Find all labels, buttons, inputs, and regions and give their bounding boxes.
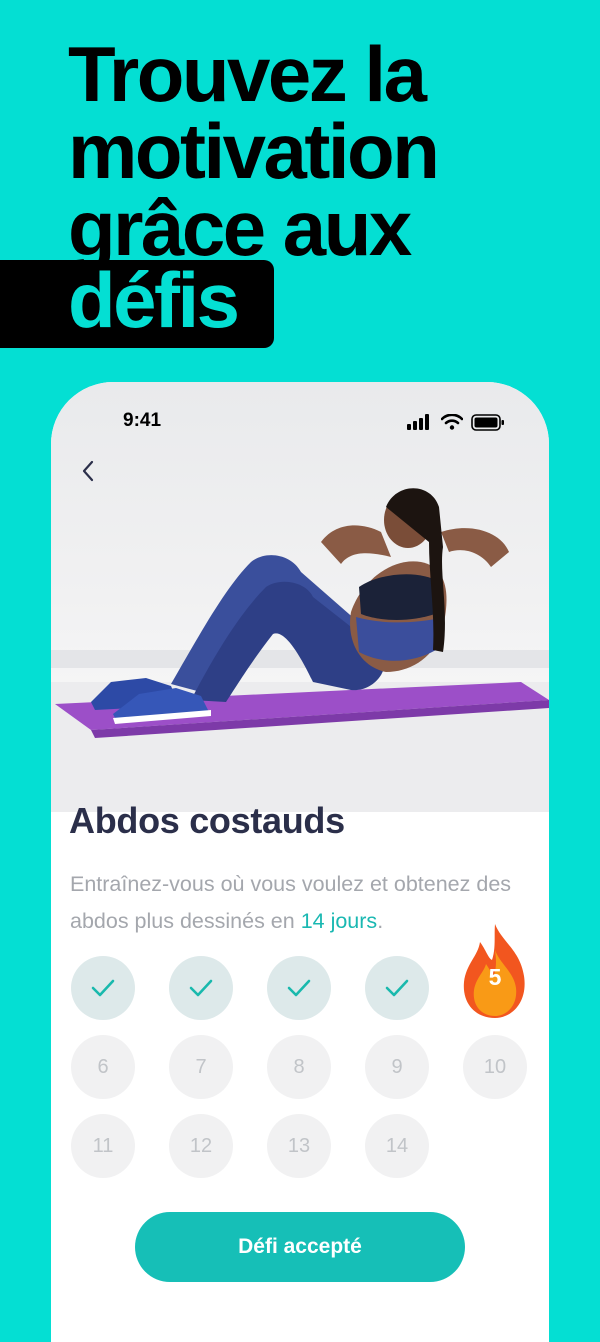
- day-number: 6: [97, 1055, 109, 1078]
- description-duration: 14 jours: [300, 909, 378, 933]
- day-10[interactable]: 10: [463, 1035, 527, 1099]
- checkmark-icon: [189, 979, 213, 997]
- day-completed-1[interactable]: [71, 956, 135, 1020]
- workout-photo: [51, 488, 549, 812]
- day-completed-2[interactable]: [169, 956, 233, 1020]
- day-7[interactable]: 7: [169, 1035, 233, 1099]
- checkmark-icon: [287, 979, 311, 997]
- wifi-icon: [441, 414, 463, 430]
- accept-challenge-button[interactable]: Défi accepté: [135, 1212, 465, 1282]
- headline: Trouvez la motivation grâce aux: [68, 30, 440, 267]
- cellular-signal-icon: [407, 414, 429, 430]
- phone-frame: 9:41 Abdos costauds Entraînez-vous où vo…: [51, 382, 549, 1342]
- status-bar: 9:41: [51, 410, 549, 434]
- day-11[interactable]: 11: [71, 1114, 135, 1178]
- day-number: 11: [92, 1134, 114, 1157]
- day-12[interactable]: 12: [169, 1114, 233, 1178]
- challenge-title: Abdos costauds: [69, 800, 345, 841]
- day-number: 7: [195, 1055, 207, 1078]
- checkmark-icon: [91, 979, 115, 997]
- day-number: 13: [287, 1134, 311, 1157]
- headline-highlight-word: défis: [68, 256, 240, 344]
- day-number: 9: [391, 1055, 403, 1078]
- day-number: 10: [483, 1055, 507, 1078]
- day-completed-3[interactable]: [267, 956, 331, 1020]
- battery-icon: [471, 413, 504, 431]
- headline-line-1: Trouvez la: [68, 30, 427, 118]
- chevron-left-icon: [82, 460, 94, 482]
- day-number: 12: [189, 1134, 213, 1157]
- description-text: Entraînez-vous où vous voulez et obtenez…: [70, 872, 512, 933]
- day-number: 8: [293, 1055, 305, 1078]
- day-9[interactable]: 9: [365, 1035, 429, 1099]
- status-time: 9:41: [123, 410, 162, 431]
- checkmark-icon: [385, 979, 409, 997]
- hero-image: 9:41: [51, 382, 549, 812]
- description-suffix: .: [377, 909, 384, 933]
- current-day-number: 5: [488, 964, 502, 990]
- day-completed-4[interactable]: [365, 956, 429, 1020]
- day-13[interactable]: 13: [267, 1114, 331, 1178]
- day-14[interactable]: 14: [365, 1114, 429, 1178]
- day-6[interactable]: 6: [71, 1035, 135, 1099]
- day-current-flame[interactable]: 5: [458, 920, 532, 1020]
- headline-line-2: motivation: [68, 107, 440, 195]
- back-button[interactable]: [75, 456, 101, 486]
- day-number: 14: [385, 1134, 409, 1157]
- day-8[interactable]: 8: [267, 1035, 331, 1099]
- status-icons: [407, 413, 505, 431]
